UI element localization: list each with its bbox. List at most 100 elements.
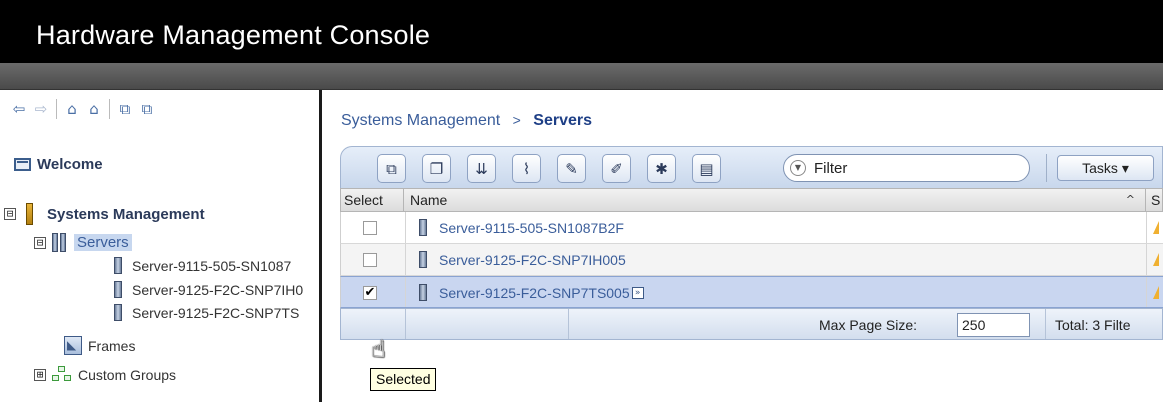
column-divider [405,212,406,243]
server-icon [419,284,427,301]
home-icon[interactable]: ⌂ [61,99,83,119]
nav-custom-groups[interactable]: ⊞ Custom Groups [34,366,176,383]
nav-welcome-label: Welcome [37,156,103,173]
show-filter-row-icon[interactable]: ⇊ [467,154,496,183]
column-header-select[interactable]: Select [341,189,404,211]
nav-frames[interactable]: Frames [64,336,135,355]
edit-sort-icon[interactable]: ✎ [557,154,586,183]
clear-sort-icon[interactable]: ✐ [602,154,631,183]
nav-server-item[interactable]: Server-9125-F2C-SNP7TS [114,304,299,321]
column-divider [1146,277,1147,307]
breadcrumb-separator: > [512,112,521,128]
title-bar: Hardware Management Console [0,0,1163,63]
select-all-icon[interactable]: ⧉ [377,154,406,183]
collapse-toggle-icon[interactable]: ⊟ [4,208,16,220]
filter-placeholder: Filter [814,159,848,177]
filter-dropdown-icon[interactable]: ▼ [790,160,806,176]
server-name-label: Server-9125-F2C-SNP7TS005 [439,284,630,301]
hmc-window: Hardware Management Console ⇦ ⇨ ⌂ ⌂ ⧉ ⧉ … [0,0,1163,402]
tasks-menu-button[interactable]: Tasks ▾ [1057,155,1154,181]
sort-ascending-icon[interactable]: ^ [1126,189,1135,211]
navigation-pane: ⇦ ⇨ ⌂ ⌂ ⧉ ⧉ Welcome ⊟ Systems Management… [0,90,322,402]
breadcrumb-parent-link[interactable]: Systems Management [341,112,500,129]
server-icon [419,219,427,236]
nav-welcome[interactable]: Welcome [14,156,103,173]
table-row-selected[interactable]: ✔ Server-9125-F2C-SNP7TS005 » [340,276,1163,308]
nav-systems-management-label: Systems Management [47,205,205,223]
row-select-checkbox[interactable]: ✔ [363,286,377,300]
warning-icon [1153,253,1159,266]
table-header: Select Name ^ S [340,188,1163,212]
server-name-label: Server-9115-505-SN1087B2F [439,219,624,236]
toolbar-divider [1046,154,1047,182]
collapse-toggle-icon[interactable]: ⊟ [34,236,46,249]
nav-server-item-label: Server-9125-F2C-SNP7TS [132,304,300,321]
deselect-all-icon[interactable]: ❐ [422,154,451,183]
expand-all-icon[interactable]: ⧉ [114,99,136,119]
total-count-text: Total: 3 Filte [1055,317,1131,333]
column-divider [405,277,406,307]
nav-frames-label: Frames [88,337,136,354]
warning-icon [1153,286,1159,299]
servers-table: Select Name ^ S Server-9115-505-SN1087B2… [340,188,1163,340]
column-divider [405,244,406,275]
nav-custom-groups-label: Custom Groups [78,366,177,383]
toolbar-divider [109,99,110,119]
forward-arrow-icon[interactable]: ⇨ [30,99,52,119]
hand-pointer-icon: ☝ [371,335,386,363]
table-row[interactable]: Server-9125-F2C-SNP7IH005 [340,244,1163,276]
home-set-icon[interactable]: ⌂ [83,99,105,119]
column-header-status[interactable]: S [1147,189,1160,211]
column-divider [1146,212,1147,243]
tooltip: Selected [370,368,437,391]
expand-toggle-icon[interactable]: ⊞ [34,368,46,381]
nav-server-item[interactable]: Server-9115-505-SN1087 [114,257,291,274]
breadcrumb-current: Servers [533,112,592,129]
nav-servers-label: Servers [74,234,132,251]
server-name-link[interactable]: Server-9125-F2C-SNP7TS005 » [419,284,644,301]
row-select-checkbox[interactable] [363,253,377,267]
clear-filters-icon[interactable]: ⌇ [512,154,541,183]
nav-server-item-label: Server-9115-505-SN1087 [132,257,292,274]
collapse-all-icon[interactable]: ⧉ [136,99,158,119]
nav-servers[interactable]: ⊟ Servers [34,233,132,252]
nav-server-item[interactable]: Server-9125-F2C-SNP7IH0 [114,281,303,298]
back-arrow-icon[interactable]: ⇦ [8,99,30,119]
work-pane: Systems Management > Servers ⧉ ❐ ⇊ ⌇ ✎ ✐… [325,90,1163,402]
server-name-label: Server-9125-F2C-SNP7IH005 [439,251,626,268]
filter-input[interactable]: ▼ Filter [783,154,1030,182]
max-page-size-label: Max Page Size: [819,317,918,333]
nav-server-item-label: Server-9125-F2C-SNP7IH0 [132,281,304,298]
breadcrumb: Systems Management > Servers [341,112,592,130]
configure-columns-icon[interactable]: ✱ [647,154,676,183]
server-icon [419,251,427,268]
footer-divider [568,309,569,339]
footer-divider [1045,309,1046,339]
custom-groups-icon [52,366,72,383]
server-icon [114,304,122,321]
context-menu-icon[interactable]: » [631,286,644,299]
view-options-icon[interactable]: ▤ [692,154,721,183]
column-header-name-label: Name [410,192,448,208]
app-title: Hardware Management Console [36,20,431,50]
max-page-size-input[interactable]: 250 [957,313,1030,337]
server-name-link[interactable]: Server-9125-F2C-SNP7IH005 [419,251,626,268]
server-icon [114,281,122,298]
frames-icon [64,336,82,355]
column-divider [1146,244,1147,275]
task-bar [0,63,1163,90]
row-select-checkbox[interactable] [363,221,377,235]
nav-systems-management[interactable]: ⊟ Systems Management [4,203,205,225]
servers-icon [52,233,70,252]
toolbar-divider [56,99,57,119]
table-toolbar: ⧉ ❐ ⇊ ⌇ ✎ ✐ ✱ ▤ ▼ Filter Tasks ▾ [340,146,1163,188]
server-icon [114,257,122,274]
welcome-icon [14,158,31,171]
server-name-link[interactable]: Server-9115-505-SN1087B2F [419,219,624,236]
nav-toolbar: ⇦ ⇨ ⌂ ⌂ ⧉ ⧉ [8,98,158,120]
table-row[interactable]: Server-9115-505-SN1087B2F [340,212,1163,244]
footer-divider [405,309,406,339]
warning-icon [1153,221,1159,234]
systems-management-icon [26,203,33,225]
column-header-name[interactable]: Name ^ [405,189,1146,211]
